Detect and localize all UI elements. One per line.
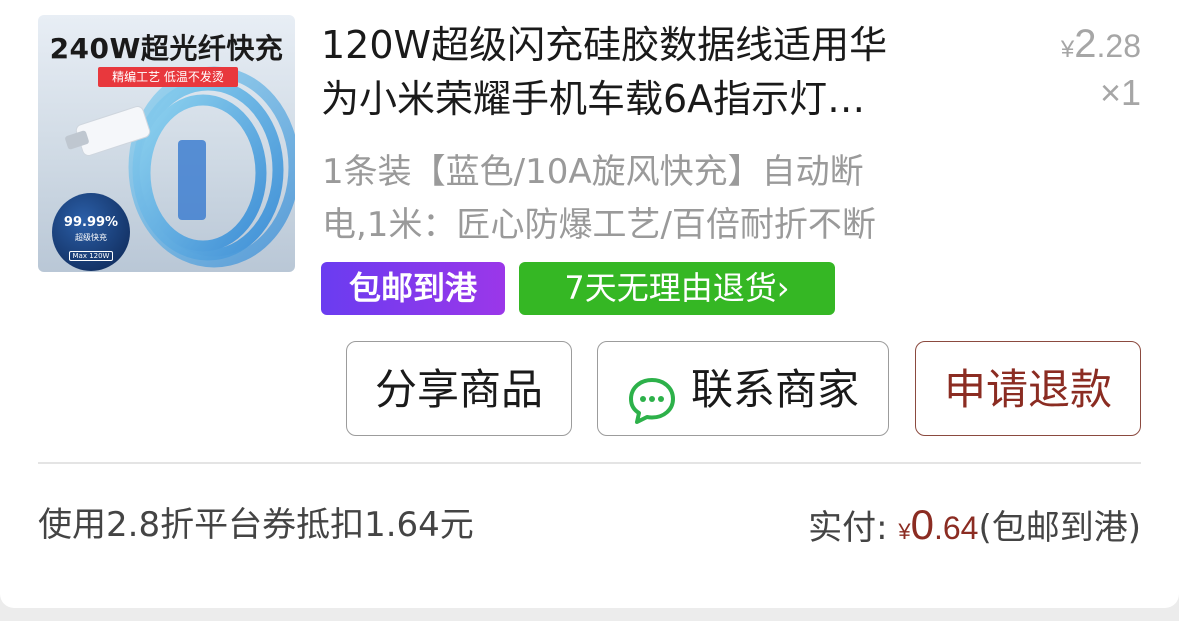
thumbnail-badge: 99.99% 超级快充 Max 120W [52,193,130,271]
paid-integer: 0 [910,501,934,548]
chat-bubble-icon [627,364,677,424]
contact-seller-button[interactable]: 联系商家 [597,341,889,436]
product-thumbnail[interactable]: 240W超光纤快充 精编工艺 低温不发烫 99.99% 超级快充 Max 120… [38,15,295,272]
product-spec-line1: 1条装【蓝色/10A旋风快充】自动断 [322,152,864,192]
product-title[interactable]: 120W超级闪充硅胶数据线适用华 为小米荣耀手机车载6A指示灯… [321,18,981,126]
paid-label: 实付: [808,508,888,548]
paid-note: (包邮到港) [978,508,1141,548]
badge-max: Max 120W [68,251,114,261]
product-title-line2: 为小米荣耀手机车载6A指示灯… [321,77,866,121]
unit-price: ¥2.28 [1061,22,1141,67]
share-product-button[interactable]: 分享商品 [346,341,572,436]
product-spec: 1条装【蓝色/10A旋风快充】自动断 电,1米：匠心防爆工艺/百倍耐折不断 [322,146,1002,252]
quantity: ×1 [1099,72,1141,113]
price-integer: 2 [1074,22,1097,66]
paid-currency: ¥ [898,519,911,544]
chevron-right-icon: › [776,269,790,307]
product-spec-line2: 电,1米：匠心防爆工艺/百倍耐折不断 [322,205,876,245]
coupon-discount-text: 使用2.8折平台券抵扣1.64元 [38,505,474,545]
returns-tag-label: 7天无理由退货 [564,269,777,307]
free-shipping-tag: 包邮到港 [321,262,505,315]
badge-percent: 99.99% [63,215,119,230]
returns-tag[interactable]: 7天无理由退货› [519,262,835,315]
product-title-line1: 120W超级闪充硅胶数据线适用华 [321,23,888,67]
paid-decimal: .64 [933,510,979,546]
amount-paid: 实付: ¥0.64(包邮到港) [808,500,1141,557]
request-refund-button[interactable]: 申请退款 [915,341,1141,436]
contact-seller-label: 联系商家 [690,365,859,414]
price-decimal: .28 [1096,28,1141,64]
paid-amount: ¥0.64 [898,501,979,548]
order-item-card: 240W超光纤快充 精编工艺 低温不发烫 99.99% 超级快充 Max 120… [0,0,1179,608]
thumbnail-headline: 240W超光纤快充 [49,32,284,65]
badge-sub: 超级快充 [75,233,107,242]
price-currency: ¥ [1060,36,1075,63]
thumbnail-ribbon: 精编工艺 低温不发烫 [98,67,238,87]
divider [38,462,1141,464]
